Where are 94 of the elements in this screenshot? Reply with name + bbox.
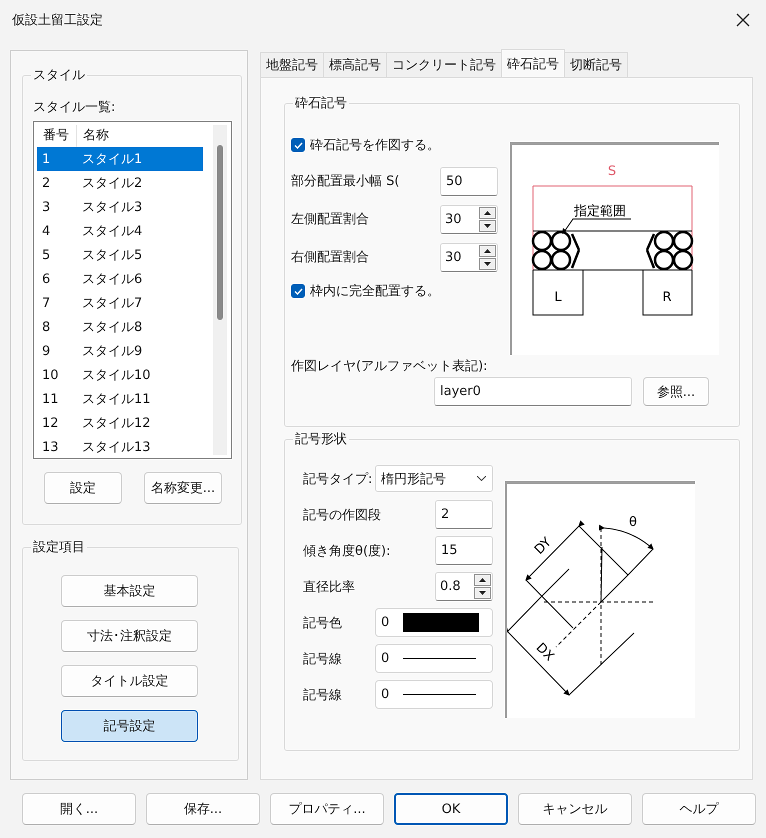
field-label: 作図レイヤ(アルファベット表記): — [291, 358, 489, 375]
scrollbar-thumb[interactable] — [217, 145, 223, 320]
browse-button[interactable]: 参照... — [643, 377, 709, 406]
up-arrow-icon — [484, 210, 491, 214]
check-icon — [294, 142, 302, 148]
spin-field[interactable]: 30 — [440, 204, 498, 234]
input-field[interactable]: 50 — [440, 166, 498, 196]
field-label: 傾き角度θ(度): — [303, 542, 390, 560]
field-label: 記号線 — [303, 650, 342, 668]
check-icon — [294, 288, 302, 294]
list-row[interactable]: 10 スタイル10 — [37, 363, 203, 387]
checkbox[interactable] — [291, 284, 305, 298]
tab[interactable]: 地盤記号 — [260, 52, 324, 77]
group-title: スタイル — [31, 66, 87, 84]
left-box-drawing — [532, 270, 584, 316]
range-label: 指定範囲 — [574, 204, 626, 219]
spin-down-button[interactable] — [479, 258, 496, 270]
list-row[interactable]: 13 スタイル13 — [37, 435, 203, 459]
column-header[interactable]: 名称 — [77, 125, 217, 147]
field-label: 左側配置割合 — [291, 211, 369, 228]
leader-line — [562, 218, 632, 234]
down-arrow-icon — [484, 262, 491, 266]
dialog-button[interactable]: 開く... — [22, 793, 136, 825]
group-title: 記号形状 — [293, 430, 349, 448]
up-arrow-icon — [479, 578, 486, 582]
list-label: スタイル一覧: — [33, 99, 116, 116]
dialog-button[interactable]: プロパティ... — [270, 793, 384, 825]
chevron-down-icon — [477, 476, 486, 481]
spin-up-button[interactable] — [479, 244, 496, 256]
list-row[interactable]: 9 スタイル9 — [37, 339, 203, 363]
list-row[interactable]: 12 スタイル12 — [37, 411, 203, 435]
list-row[interactable]: 7 スタイル7 — [37, 291, 203, 315]
dx-dimension — [507, 626, 570, 696]
right-box-drawing — [642, 270, 692, 316]
list-row[interactable]: 2 スタイル2 — [37, 171, 203, 195]
spin-down-button[interactable] — [479, 220, 496, 232]
tab[interactable]: 砕石記号 — [501, 49, 565, 77]
right-label: R — [662, 290, 672, 305]
layer-input[interactable]: layer0 — [434, 377, 632, 406]
settings-button[interactable]: 基本設定 — [61, 575, 198, 607]
group-title: 砕石記号 — [293, 94, 349, 112]
list-row[interactable]: 4 スタイル4 — [37, 219, 203, 243]
dropdown[interactable]: 楕円形記号 — [375, 465, 493, 492]
angle-arc — [598, 524, 654, 550]
spin-down-button[interactable] — [474, 587, 491, 599]
dx-label: DX — [532, 640, 557, 664]
field-label: 直径比率 — [303, 578, 355, 596]
dy-dimension — [525, 520, 585, 581]
down-arrow-icon — [484, 224, 491, 228]
spin-up-button[interactable] — [474, 574, 491, 586]
list-button[interactable]: 名称変更... — [144, 472, 222, 504]
dimension-label: S — [608, 164, 616, 179]
list-row[interactable]: 3 スタイル3 — [37, 195, 203, 219]
dialog-button[interactable]: キャンセル — [518, 793, 632, 825]
spin-field[interactable]: 0.8 — [435, 572, 493, 601]
dialog-button[interactable]: 保存... — [146, 793, 260, 825]
list-row[interactable]: 8 スタイル8 — [37, 315, 203, 339]
list-row[interactable]: 1 スタイル1 — [37, 147, 203, 171]
list-row[interactable]: 11 スタイル11 — [37, 387, 203, 411]
field-label: 記号色 — [303, 614, 342, 632]
field-label: 記号線 — [303, 686, 342, 704]
list-row[interactable]: 6 スタイル6 — [37, 267, 203, 291]
spin-up-button[interactable] — [479, 206, 496, 218]
scrollbar[interactable] — [213, 125, 227, 455]
left-label: L — [554, 290, 562, 305]
checkbox-label: 砕石記号を作図する。 — [310, 137, 440, 154]
style-list[interactable]: 番号 名称 1 スタイル1 2 スタイル2 3 スタイル3 4 スタイル4 5 スタイル5 6 スタイル6 7 スタイル7 8 スタイル8 9 スタイル9 10 スタイル10 11 スタイル11 12 スタイル12 13 スタイル13 — [33, 121, 232, 459]
window-title: 仮設土留工設定 — [12, 12, 103, 29]
up-arrow-icon — [484, 248, 491, 252]
list-button[interactable]: 設定 — [44, 472, 122, 504]
settings-button[interactable]: 記号設定 — [61, 710, 198, 742]
input-field[interactable]: 2 — [435, 500, 493, 529]
color-picker[interactable]: 0 — [375, 608, 493, 637]
spin-field[interactable]: 30 — [440, 242, 498, 272]
list-row[interactable]: 5 スタイル5 — [37, 243, 203, 267]
group-title: 設定項目 — [31, 538, 87, 556]
tab[interactable]: 切断記号 — [564, 52, 628, 77]
dialog-button[interactable]: OK — [394, 793, 508, 825]
theta-label: θ — [629, 515, 637, 530]
field-label: 記号タイプ: — [303, 470, 372, 488]
dialog-button[interactable]: ヘルプ — [642, 793, 756, 825]
input-field[interactable]: 15 — [435, 536, 493, 565]
checkbox-label: 枠内に完全配置する。 — [310, 283, 440, 300]
dy-label: DY — [532, 534, 555, 558]
line-picker[interactable]: 0 — [375, 644, 493, 673]
field-label: 部分配置最小幅 S( — [291, 173, 400, 190]
field-label: 右側配置割合 — [291, 249, 369, 266]
checkbox[interactable] — [291, 138, 305, 152]
down-arrow-icon — [479, 591, 486, 595]
line-picker[interactable]: 0 — [375, 680, 493, 709]
field-label: 記号の作図段 — [303, 506, 381, 524]
settings-button[interactable]: タイトル設定 — [61, 665, 198, 697]
close-icon[interactable] — [736, 13, 750, 27]
settings-button[interactable]: 寸法･注釈設定 — [61, 620, 198, 652]
